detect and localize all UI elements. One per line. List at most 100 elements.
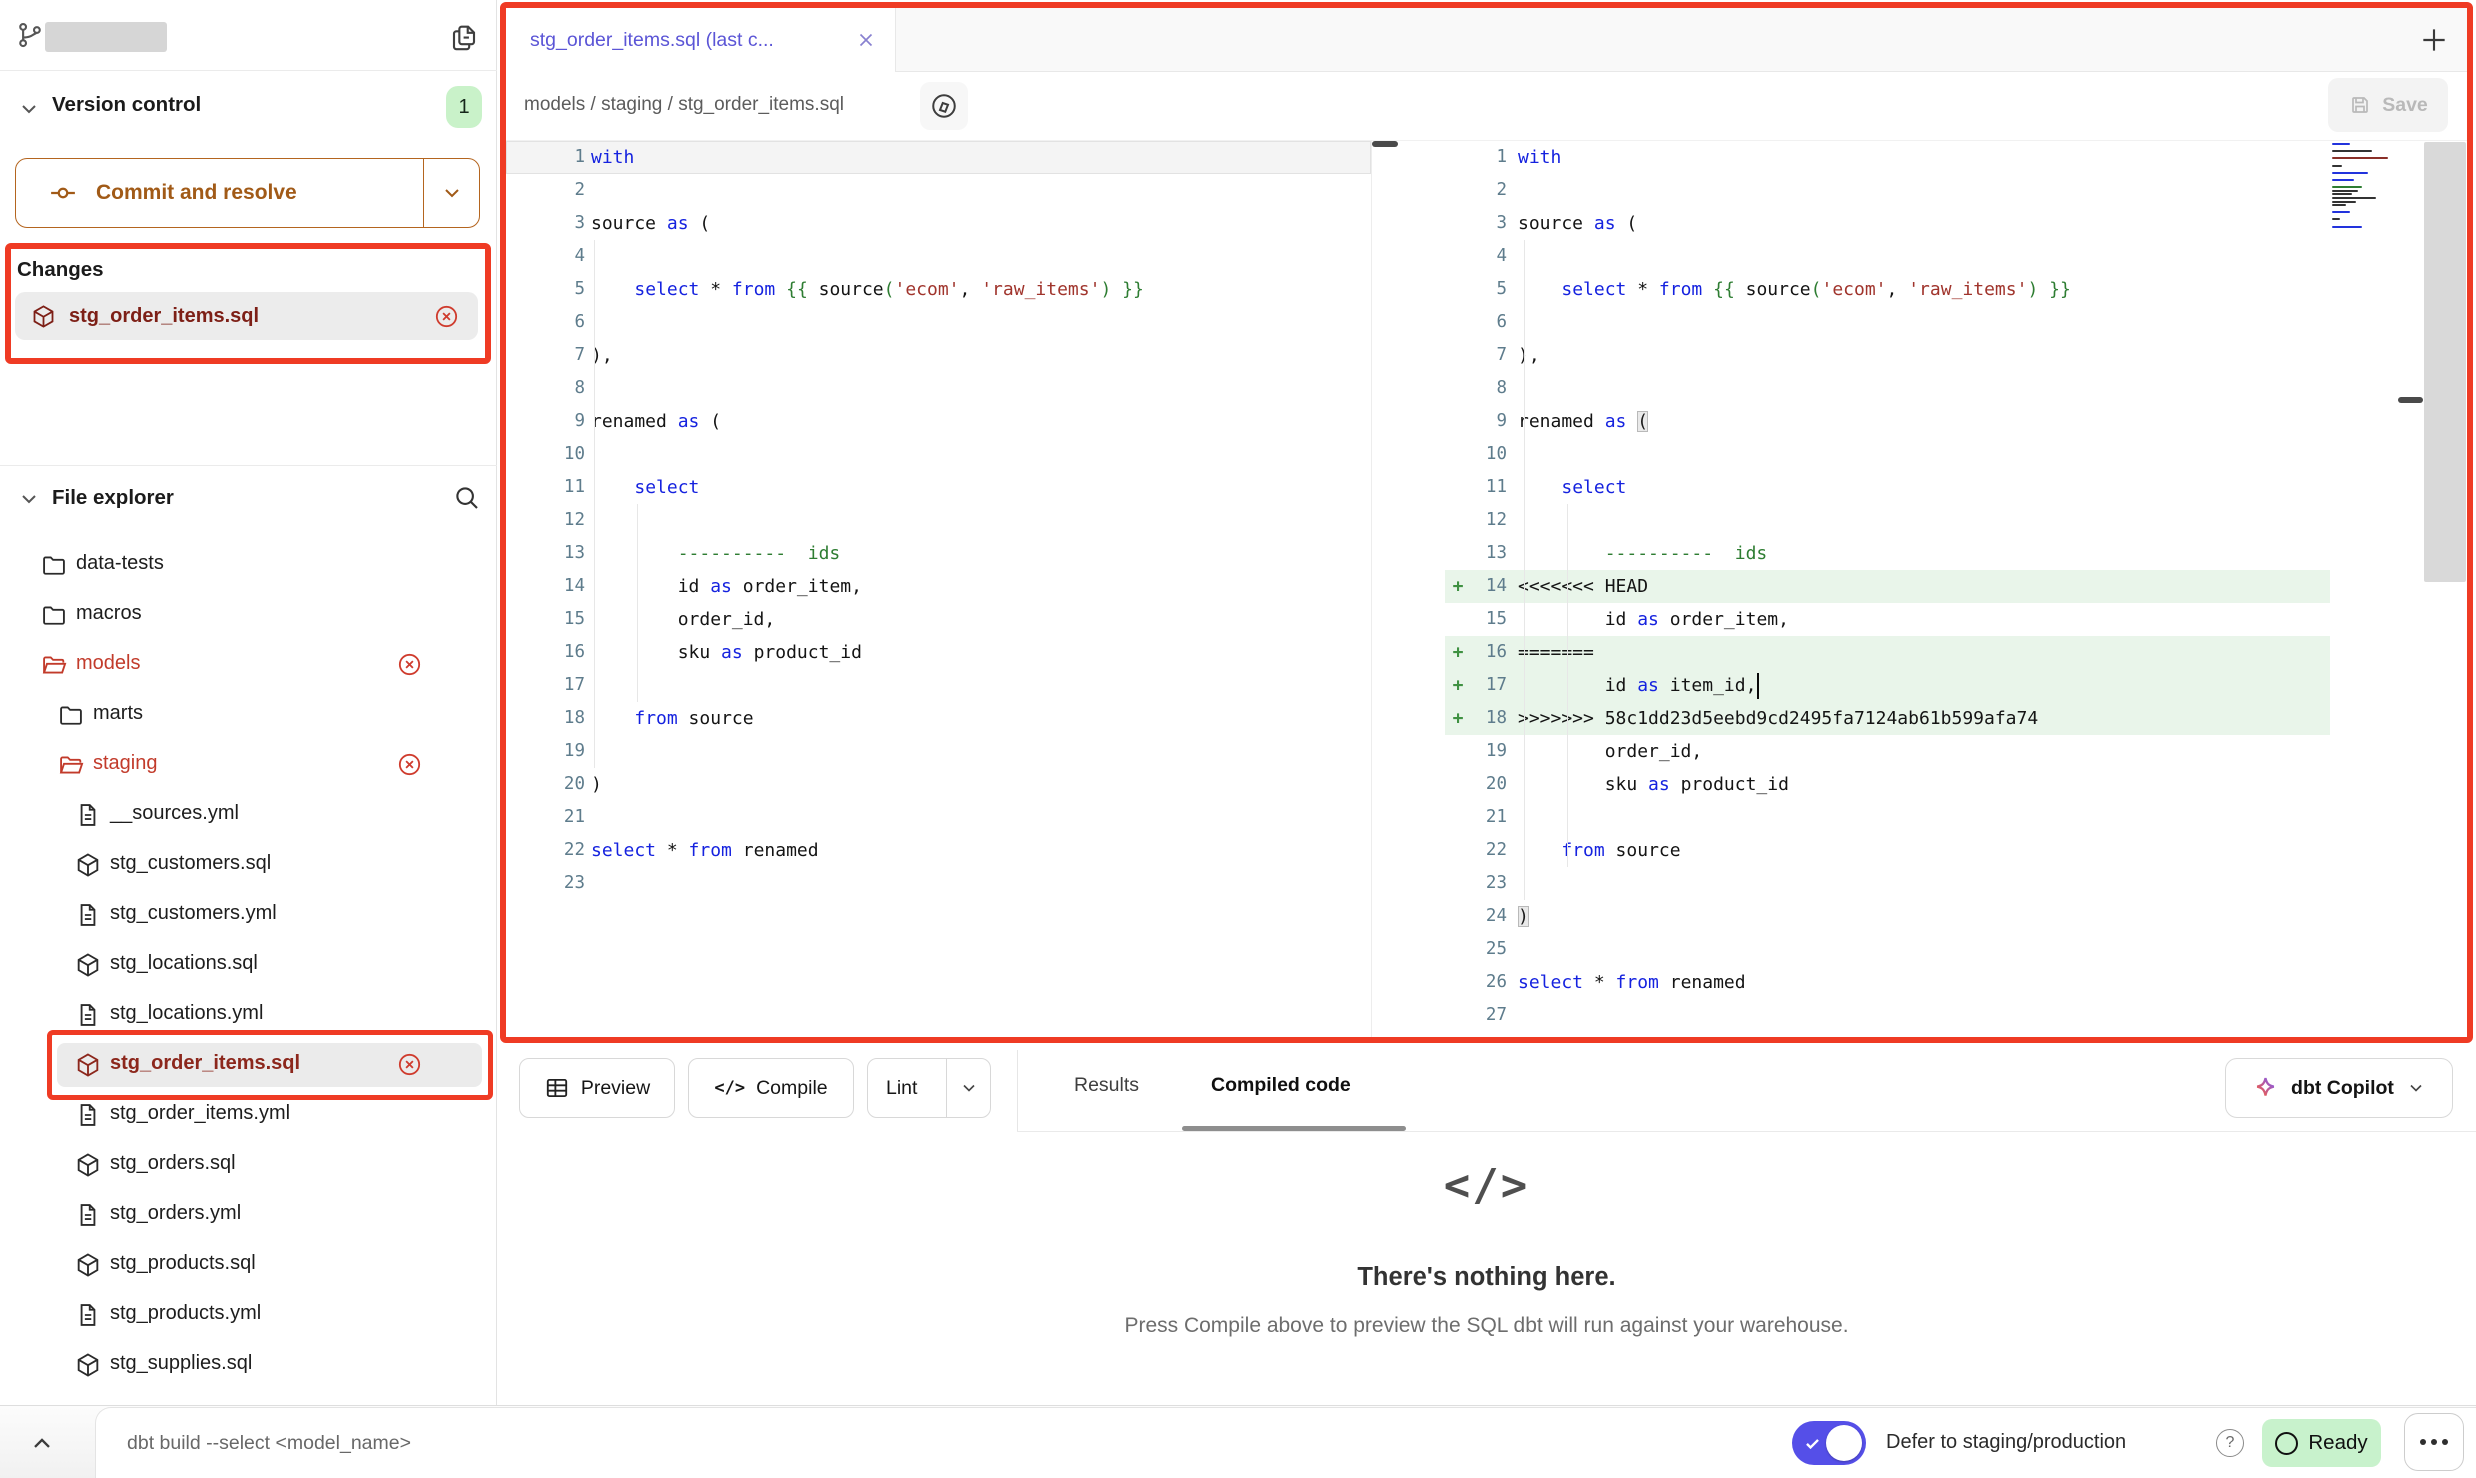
file-tree-item-stg-products-yml[interactable]: stg_products.yml <box>0 1290 497 1340</box>
code-line-13[interactable]: 13 ---------- ids <box>506 537 1371 570</box>
code-line-7[interactable]: 7), <box>506 339 1371 372</box>
file-tree-item-macros[interactable]: macros <box>0 590 497 640</box>
tab-stg-order-items[interactable]: stg_order_items.sql (last c... <box>506 8 896 72</box>
code-line-21[interactable]: 21 <box>506 801 1371 834</box>
code-line-11[interactable]: 11 select <box>506 471 1371 504</box>
expand-panel-caret-icon[interactable] <box>28 1430 56 1458</box>
file-tree-label: stg_customers.sql <box>110 852 271 875</box>
file-tree-item-stg-locations-yml[interactable]: stg_locations.yml <box>0 990 497 1040</box>
code-line-12[interactable]: 12 <box>1445 504 2330 537</box>
file-tree-item-stg-orders-yml[interactable]: stg_orders.yml <box>0 1190 497 1240</box>
code-line-7[interactable]: 7), <box>1445 339 2330 372</box>
diff-gutter <box>1445 141 1471 174</box>
new-tab-plus-icon[interactable] <box>2418 24 2450 56</box>
code-line-22[interactable]: 22 from source <box>1445 834 2330 867</box>
more-options-button[interactable] <box>2404 1413 2464 1471</box>
code-line-14[interactable]: 14 id as order_item, <box>506 570 1371 603</box>
scrollbar-thumb[interactable] <box>2398 397 2423 403</box>
scrollbar-thumb[interactable] <box>1372 141 1398 147</box>
file-tree-item-stg-order-items-yml[interactable]: stg_order_items.yml <box>0 1090 497 1140</box>
code-line-11[interactable]: 11 select <box>1445 471 2330 504</box>
minimap-slider[interactable] <box>2424 142 2466 582</box>
save-icon <box>2348 93 2372 117</box>
code-line-18[interactable]: +18>>>>>>> 58c1dd23d5eebd9cd2495fa7124ab… <box>1445 702 2330 735</box>
file-tree-item-staging[interactable]: staging <box>0 740 497 790</box>
line-number: 5 <box>506 273 585 306</box>
code-line-5[interactable]: 5 select * from {{ source('ecom', 'raw_i… <box>1445 273 2330 306</box>
code-line-3[interactable]: 3source as ( <box>506 207 1371 240</box>
dbt-copilot-button[interactable]: dbt Copilot <box>2225 1058 2453 1118</box>
file-tree-item-stg-orders-sql[interactable]: stg_orders.sql <box>0 1140 497 1190</box>
file-tree-item-data-tests[interactable]: data-tests <box>0 540 497 590</box>
discard-change-icon[interactable] <box>396 651 423 678</box>
code-line-27[interactable]: 27 <box>1445 999 2330 1032</box>
file-tree-item-stg-customers-yml[interactable]: stg_customers.yml <box>0 890 497 940</box>
code-line-14[interactable]: +14<<<<<<< HEAD <box>1445 570 2330 603</box>
tab-results[interactable]: Results <box>1074 1074 1139 1097</box>
code-line-23[interactable]: 23 <box>506 867 1371 900</box>
code-line-17[interactable]: +17 id as item_id, <box>1445 669 2330 702</box>
code-line-6[interactable]: 6 <box>506 306 1371 339</box>
file-tree-item-models[interactable]: models <box>0 640 497 690</box>
editor-pane-incoming[interactable]: 1with23source as (45 select * from {{ so… <box>1445 141 2330 1043</box>
file-tree-item-stg-products-sql[interactable]: stg_products.sql <box>0 1240 497 1290</box>
code-line-1[interactable]: 1with <box>506 141 1371 174</box>
code-line-6[interactable]: 6 <box>1445 306 2330 339</box>
diff-gutter <box>1445 372 1471 405</box>
save-button[interactable]: Save <box>2328 78 2448 132</box>
code-line-24[interactable]: 24) <box>1445 900 2330 933</box>
code-line-22[interactable]: 22select * from renamed <box>506 834 1371 867</box>
code-line-21[interactable]: 21 <box>1445 801 2330 834</box>
code-line-5[interactable]: 5 select * from {{ source('ecom', 'raw_i… <box>506 273 1371 306</box>
code-line-13[interactable]: 13 ---------- ids <box>1445 537 2330 570</box>
command-input-placeholder[interactable]: dbt build --select <model_name> <box>127 1432 411 1455</box>
code-line-19[interactable]: 19 <box>506 735 1371 768</box>
file-tree-item-marts[interactable]: marts <box>0 690 497 740</box>
code-line-2[interactable]: 2 <box>506 174 1371 207</box>
code-line-8[interactable]: 8 <box>506 372 1371 405</box>
tab-close-icon[interactable] <box>855 29 877 51</box>
compile-button[interactable]: </> Compile <box>688 1058 854 1118</box>
tab-compiled-code[interactable]: Compiled code <box>1211 1074 1351 1097</box>
code-line-19[interactable]: 19 order_id, <box>1445 735 2330 768</box>
code-line-23[interactable]: 23 <box>1445 867 2330 900</box>
discard-change-icon[interactable] <box>396 1051 423 1078</box>
code-line-4[interactable]: 4 <box>1445 240 2330 273</box>
lint-dropdown-chevron[interactable] <box>946 1059 990 1117</box>
code-line-12[interactable]: 12 <box>506 504 1371 537</box>
code-line-15[interactable]: 15 order_id, <box>506 603 1371 636</box>
preview-button[interactable]: Preview <box>519 1058 675 1118</box>
code-line-18[interactable]: 18 from source <box>506 702 1371 735</box>
code-line-8[interactable]: 8 <box>1445 372 2330 405</box>
editor-pane-current[interactable]: 1with23source as (45 select * from {{ so… <box>506 141 1371 1043</box>
defer-toggle[interactable] <box>1792 1421 1866 1465</box>
code-line-10[interactable]: 10 <box>506 438 1371 471</box>
code-text: ) <box>585 768 602 801</box>
code-line-3[interactable]: 3source as ( <box>1445 207 2330 240</box>
code-line-20[interactable]: 20 sku as product_id <box>1445 768 2330 801</box>
code-line-16[interactable]: 16 sku as product_id <box>506 636 1371 669</box>
code-line-9[interactable]: 9renamed as ( <box>1445 405 2330 438</box>
minimap[interactable] <box>2332 143 2402 229</box>
file-tree-item-stg-order-items-sql[interactable]: stg_order_items.sql <box>0 1040 497 1090</box>
file-tree-item-stg-customers-sql[interactable]: stg_customers.sql <box>0 840 497 890</box>
file-tree-item--sources-yml[interactable]: __sources.yml <box>0 790 497 840</box>
code-line-2[interactable]: 2 <box>1445 174 2330 207</box>
file-tree-item-stg-supplies-sql[interactable]: stg_supplies.sql <box>0 1340 497 1390</box>
code-line-20[interactable]: 20) <box>506 768 1371 801</box>
code-line-17[interactable]: 17 <box>506 669 1371 702</box>
code-line-25[interactable]: 25 <box>1445 933 2330 966</box>
code-line-1[interactable]: 1with <box>1445 141 2330 174</box>
file-tree-item-stg-locations-sql[interactable]: stg_locations.sql <box>0 940 497 990</box>
code-line-26[interactable]: 26select * from renamed <box>1445 966 2330 999</box>
code-line-16[interactable]: +16======= <box>1445 636 2330 669</box>
lineage-compass-icon[interactable] <box>920 82 968 130</box>
code-line-10[interactable]: 10 <box>1445 438 2330 471</box>
code-line-9[interactable]: 9renamed as ( <box>506 405 1371 438</box>
empty-state-title: There's nothing here. <box>497 1263 2476 1292</box>
code-line-15[interactable]: 15 id as order_item, <box>1445 603 2330 636</box>
lint-button[interactable]: Lint <box>867 1058 991 1118</box>
help-question-icon[interactable]: ? <box>2216 1429 2244 1457</box>
discard-change-icon[interactable] <box>396 751 423 778</box>
code-line-4[interactable]: 4 <box>506 240 1371 273</box>
